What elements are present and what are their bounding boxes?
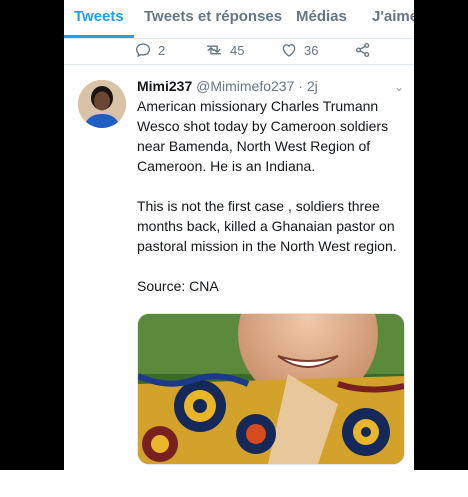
user-handle[interactable]: @Mimimefo237 [196,78,294,94]
reply-icon [135,43,151,58]
tweet-time[interactable]: · 2j [298,78,317,94]
profile-tabs: Tweets Tweets et réponses Médias J'aime [64,0,414,39]
tab-likes[interactable]: J'aime [372,8,414,25]
chevron-down-icon[interactable]: ⌄ [394,80,404,94]
previous-tweet-actions: 2 45 36 [64,38,414,65]
reply-count: 2 [158,42,166,58]
tab-tweets[interactable]: Tweets [74,8,124,25]
retweet-icon [207,45,221,55]
tweet-header: Mimi237 @Mimimefo237 · 2j [137,78,318,94]
profile-photo [78,80,126,128]
heart-icon [282,44,296,57]
display-name[interactable]: Mimi237 [137,78,192,94]
like-button[interactable]: 36 [280,41,318,59]
left-dark-border [0,0,64,470]
avatar[interactable] [78,80,126,128]
tweet-paragraph: This is not the first case , soldiers th… [137,198,397,254]
bottom-white-border [0,470,468,497]
tab-media[interactable]: Médias [296,8,347,25]
tweet-body: American missionary Charles Trumann Wesc… [137,96,409,316]
like-count: 36 [304,42,319,58]
twitter-profile-screen: Tweets Tweets et réponses Médias J'aime … [64,0,414,470]
retweet-button[interactable]: 45 [204,41,244,59]
share-icon [355,42,370,58]
reply-button[interactable]: 2 [134,41,165,59]
retweet-count: 45 [230,42,245,58]
tweet-paragraph: American missionary Charles Trumann Wesc… [137,98,389,174]
share-button[interactable] [354,41,372,59]
right-dark-border [414,0,468,470]
missionary-photo [138,314,404,464]
tweet-source-line: Source: CNA [137,278,219,294]
tab-tweets-and-replies[interactable]: Tweets et réponses [144,8,282,25]
tweet-media-image[interactable] [137,313,405,465]
